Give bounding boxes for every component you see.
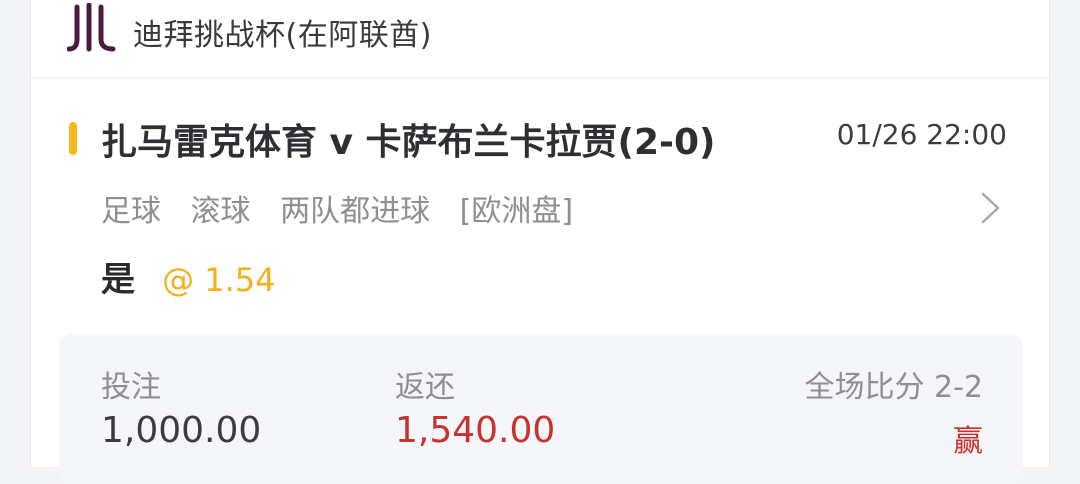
- mode-label: 滚球: [190, 194, 251, 229]
- sport-label: 足球: [101, 194, 161, 229]
- bet-type-label: 两队都进球: [280, 194, 431, 229]
- match-time: 01/26 22:00: [836, 118, 1007, 151]
- league-name: 迪拜挑战杯(在阿联酋): [133, 18, 432, 53]
- brand-logo-icon: [67, 3, 116, 52]
- stake-label: 投注: [101, 370, 161, 405]
- bet-summary: 投注 1,000.00 返还 1,540.00 全场比分 2-2 赢: [59, 334, 1023, 484]
- stake-value: 1,000.00: [101, 410, 262, 451]
- accent-bar: [69, 122, 77, 155]
- chevron-right-icon[interactable]: [979, 190, 1003, 226]
- result-badge: 赢: [953, 424, 983, 459]
- match-title: 扎马雷克体育 v 卡萨布兰卡拉贾(2-0): [101, 122, 716, 163]
- bet-card: 迪拜挑战杯(在阿联酋) 扎马雷克体育 v 卡萨布兰卡拉贾(2-0) 01/26 …: [30, 0, 1050, 484]
- selection-pick: 是: [101, 260, 135, 300]
- market-details[interactable]: 足球 滚球 两队都进球 [欧洲盘]: [101, 186, 573, 230]
- league-header: 迪拜挑战杯(在阿联酋): [31, 0, 1049, 79]
- return-value: 1,540.00: [395, 410, 556, 451]
- odds-format-label: [欧洲盘]: [459, 194, 574, 229]
- full-time-score: 全场比分 2-2: [804, 370, 983, 405]
- selection-row: 是 @ 1.54: [101, 252, 276, 301]
- selection-odds: @ 1.54: [162, 261, 276, 299]
- return-label: 返还: [395, 370, 455, 405]
